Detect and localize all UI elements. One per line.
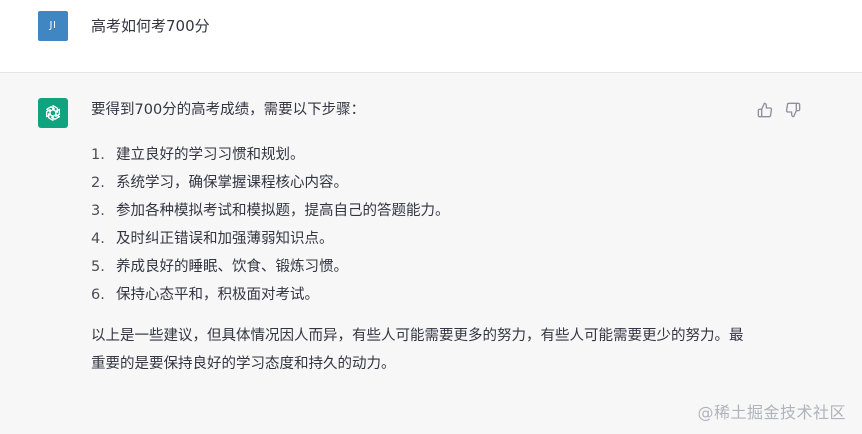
user-message-text: 高考如何考700分	[91, 17, 210, 35]
openai-logo-icon	[45, 105, 61, 121]
feedback-buttons	[756, 101, 802, 119]
step-item: 5. 养成良好的睡眠、饮食、锻炼习惯。	[91, 253, 751, 281]
thumbs-down-button[interactable]	[784, 101, 802, 119]
user-avatar: JI	[38, 11, 68, 41]
thumbs-down-icon	[785, 102, 801, 118]
user-message-row: JI 高考如何考700分	[0, 0, 862, 73]
step-text: 系统学习，确保掌握课程核心内容。	[116, 175, 348, 191]
assistant-avatar	[38, 98, 68, 128]
step-item: 3. 参加各种模拟考试和模拟题，提高自己的答题能力。	[91, 197, 751, 225]
step-text: 建立良好的学习习惯和规划。	[116, 147, 305, 163]
step-number: 1.	[91, 147, 105, 163]
step-number: 6.	[91, 287, 105, 303]
step-text: 及时纠正错误和加强薄弱知识点。	[116, 231, 334, 247]
watermark: @稀土掘金技术社区	[697, 403, 846, 422]
step-item: 4. 及时纠正错误和加强薄弱知识点。	[91, 225, 751, 253]
assistant-message-content: 要得到700分的高考成绩，需要以下步骤： 1. 建立良好的学习习惯和规划。 2. 系…	[91, 100, 751, 378]
step-text: 养成良好的睡眠、饮食、锻炼习惯。	[116, 259, 348, 275]
step-item: 2. 系统学习，确保掌握课程核心内容。	[91, 169, 751, 197]
step-number: 3.	[91, 203, 105, 219]
assistant-intro: 要得到700分的高考成绩，需要以下步骤：	[91, 102, 366, 118]
step-number: 4.	[91, 231, 105, 247]
step-number: 2.	[91, 175, 105, 191]
step-text: 保持心态平和，积极面对考试。	[116, 287, 319, 303]
thumbs-up-button[interactable]	[756, 101, 774, 119]
assistant-outro: 以上是一些建议，但具体情况因人而异，有些人可能需要更多的努力，有些人可能需要更少…	[91, 328, 744, 372]
assistant-message-row: 要得到700分的高考成绩，需要以下步骤： 1. 建立良好的学习习惯和规划。 2. 系…	[0, 73, 862, 434]
step-text: 参加各种模拟考试和模拟题，提高自己的答题能力。	[116, 203, 450, 219]
thumbs-up-icon	[757, 102, 773, 118]
step-item: 1. 建立良好的学习习惯和规划。	[91, 141, 751, 169]
step-item: 6. 保持心态平和，积极面对考试。	[91, 281, 751, 309]
step-number: 5.	[91, 259, 105, 275]
steps-list: 1. 建立良好的学习习惯和规划。 2. 系统学习，确保掌握课程核心内容。 3. 参加各…	[91, 141, 751, 309]
